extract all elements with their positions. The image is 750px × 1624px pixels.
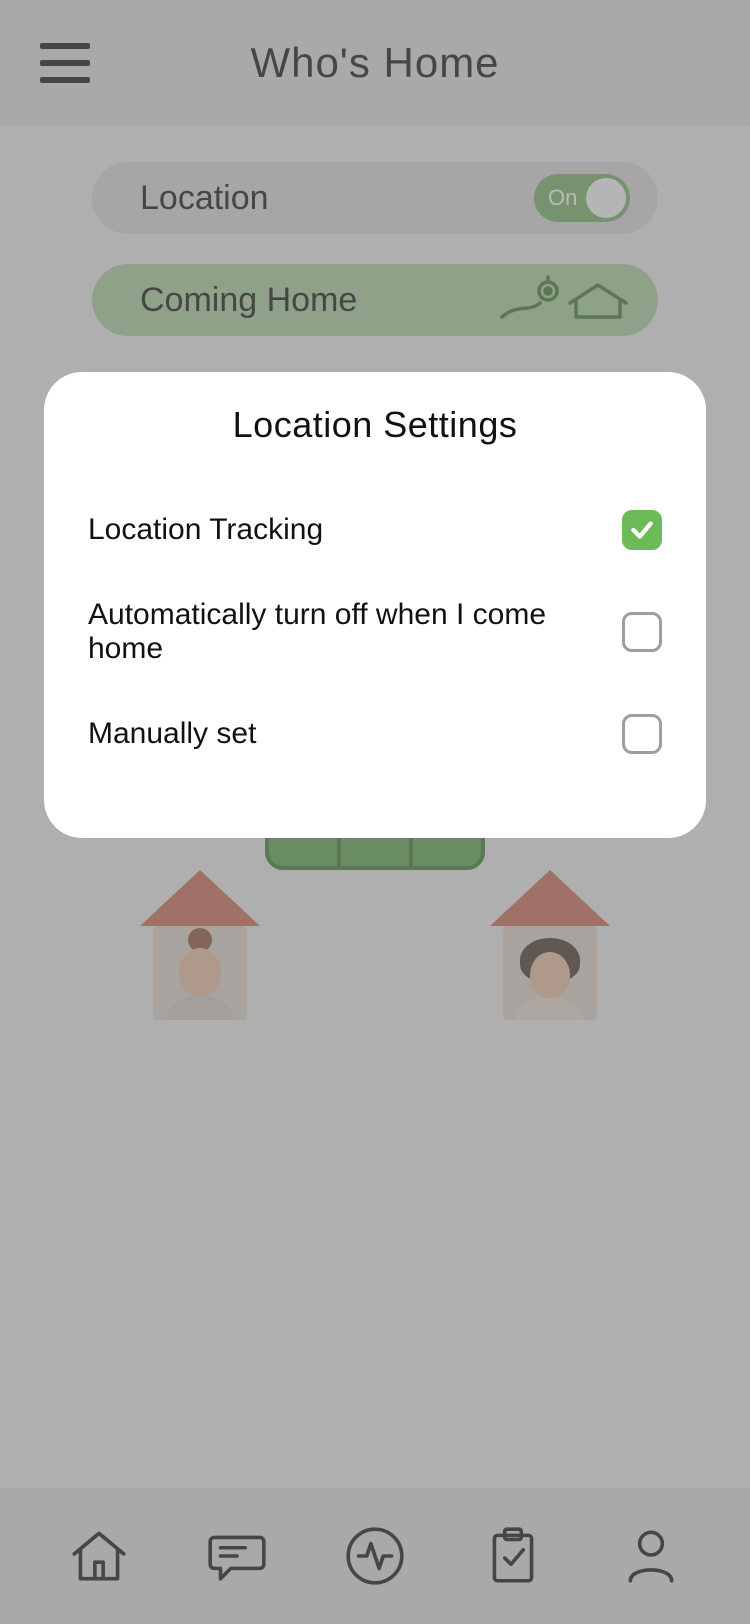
- modal-title: Location Settings: [88, 404, 662, 446]
- option-auto-off[interactable]: Automatically turn off when I come home: [88, 574, 662, 690]
- option-manually-set[interactable]: Manually set: [88, 690, 662, 778]
- checkbox-unchecked-icon[interactable]: [622, 714, 662, 754]
- option-label: Manually set: [88, 717, 256, 751]
- option-label: Location Tracking: [88, 513, 323, 547]
- app-screen: Who's Home Location On Coming Home: [0, 0, 750, 1624]
- checkbox-checked-icon[interactable]: [622, 510, 662, 550]
- option-location-tracking[interactable]: Location Tracking: [88, 486, 662, 574]
- location-settings-modal: Location Settings Location Tracking Auto…: [44, 372, 706, 838]
- checkbox-unchecked-icon[interactable]: [622, 612, 662, 652]
- option-label: Automatically turn off when I come home: [88, 598, 622, 666]
